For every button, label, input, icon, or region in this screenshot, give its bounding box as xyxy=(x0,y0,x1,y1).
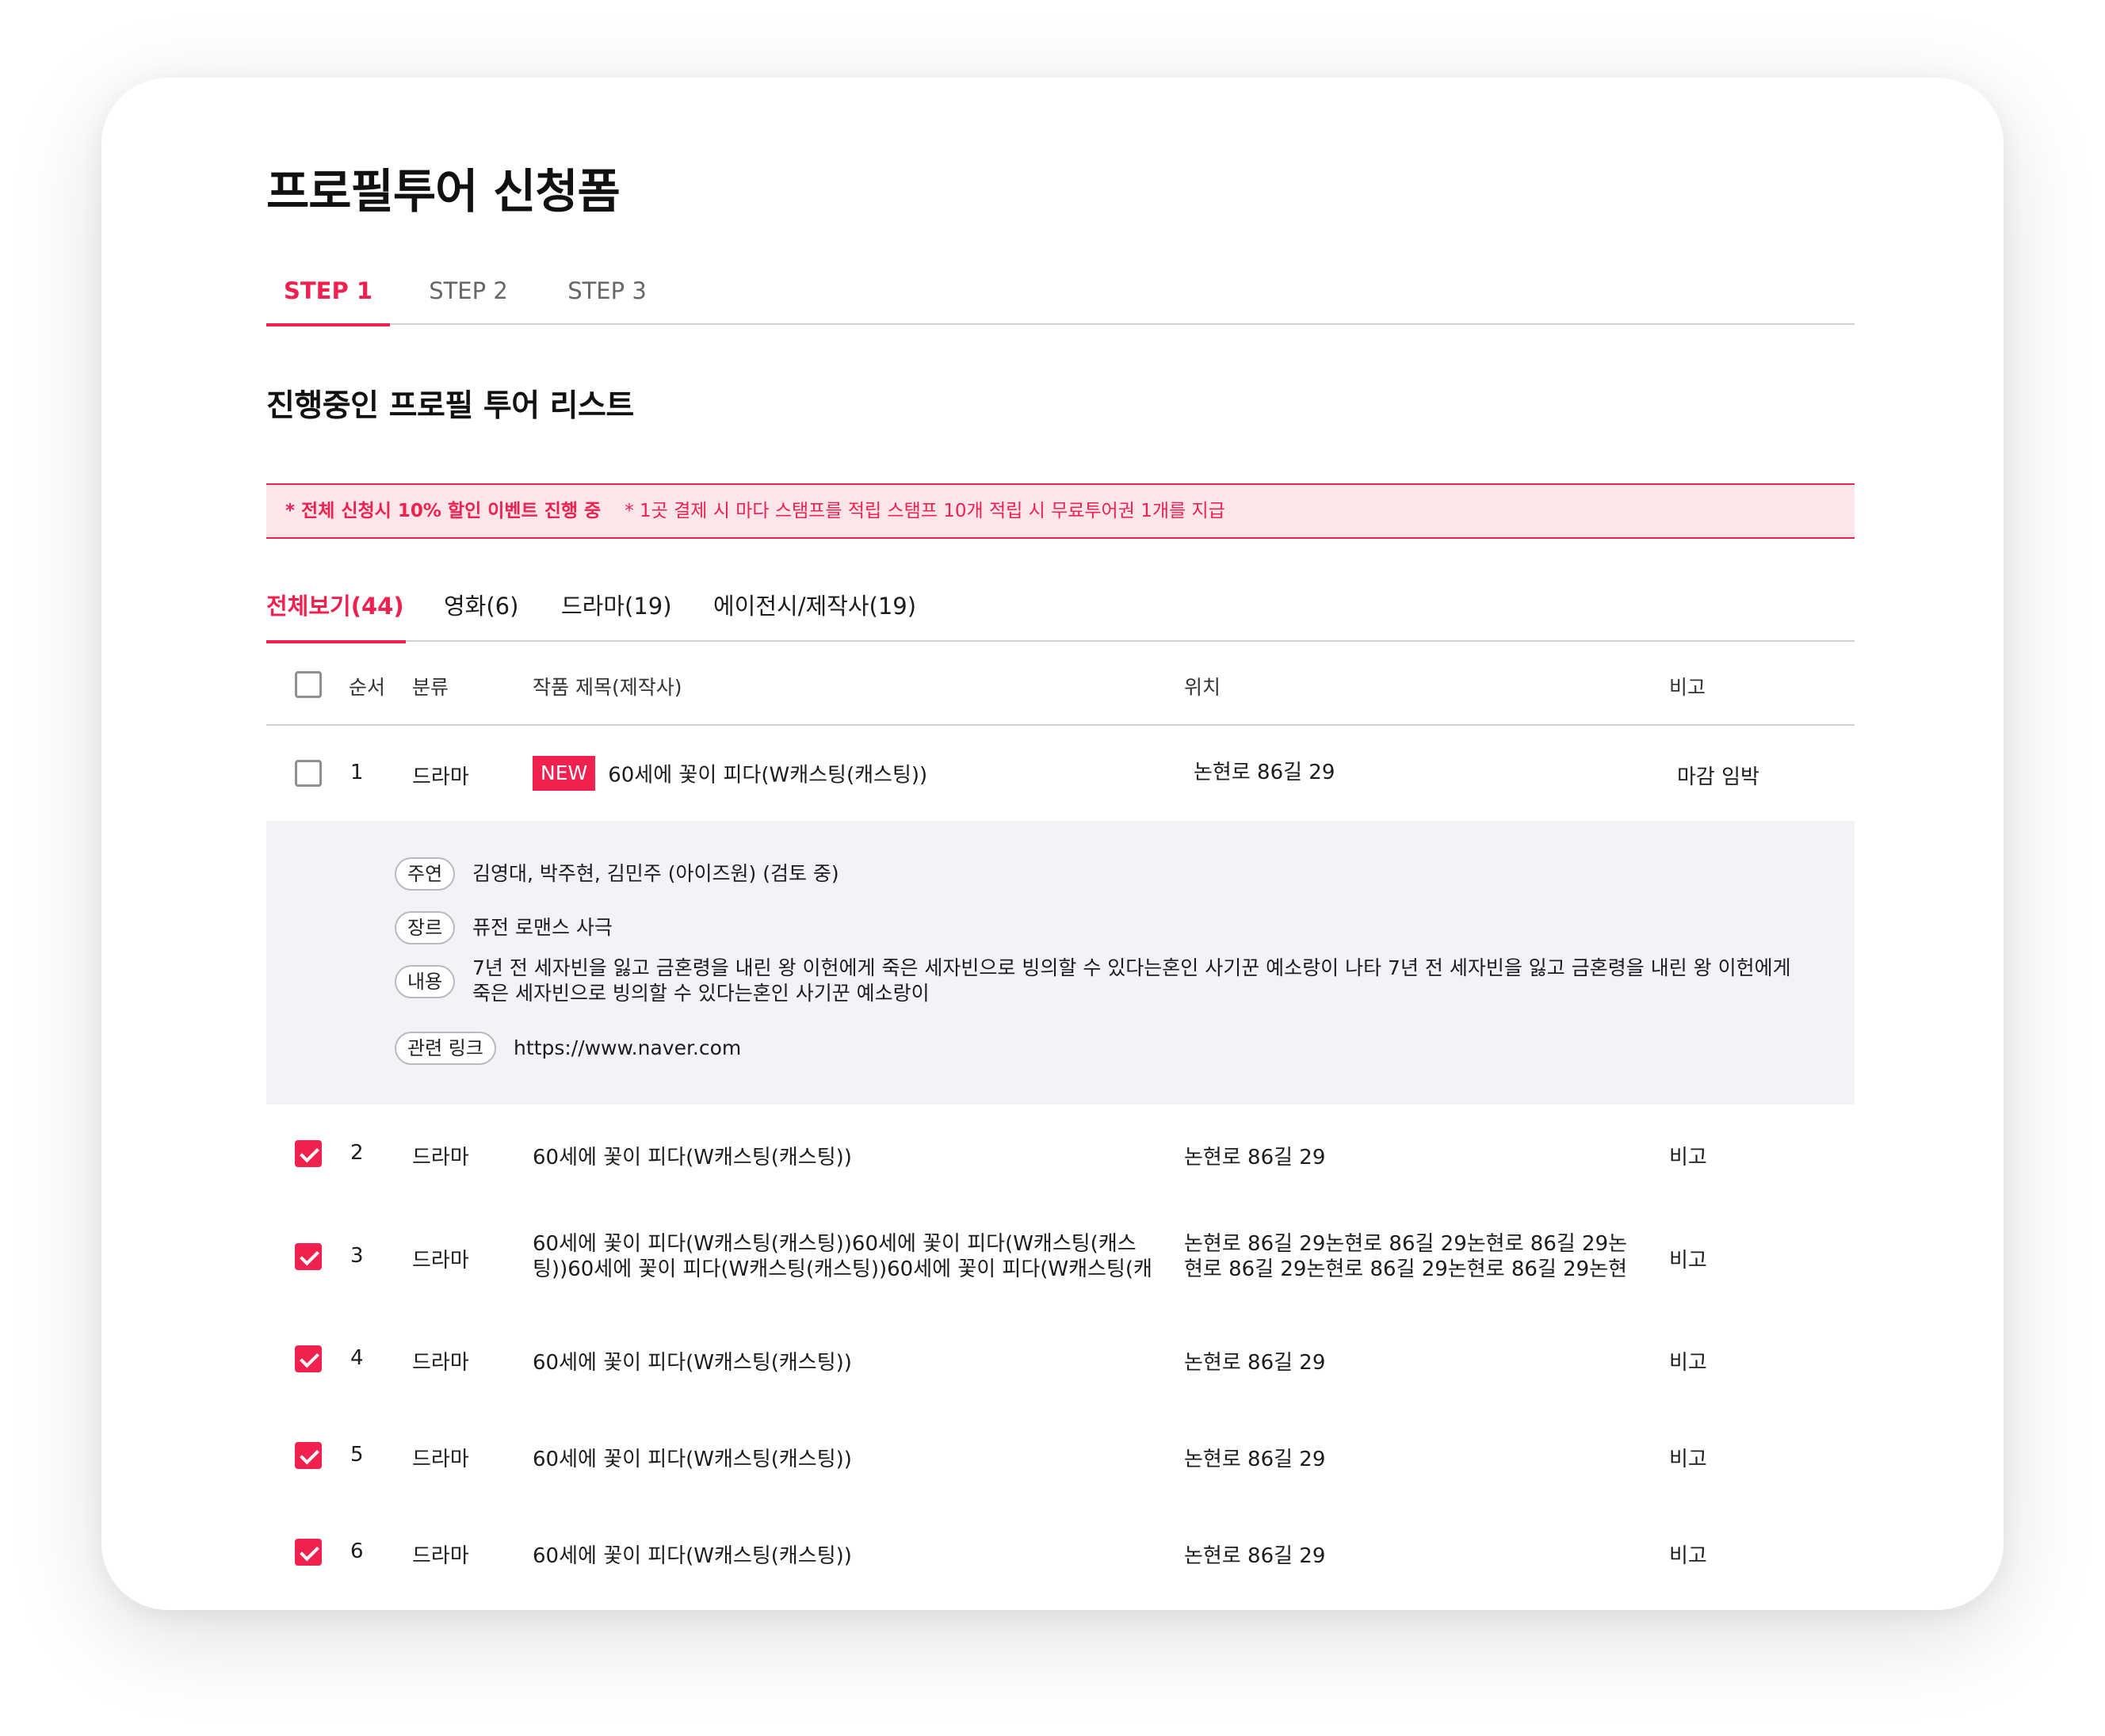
row-title[interactable]: 60세에 꽃이 피다(W캐스팅(캐스팅))60세에 꽃이 피다(W캐스팅(캐스팅… xyxy=(533,1231,1159,1282)
table-row[interactable]: 5 드라마 60세에 꽃이 피다(W캐스팅(캐스팅)) 논현로 86길 29 비… xyxy=(266,1407,1855,1504)
row-title[interactable]: 60세에 꽃이 피다(W캐스팅(캐스팅)) xyxy=(533,1346,852,1375)
row-category: 드라마 xyxy=(412,1448,469,1471)
filter-agency[interactable]: 에이전시/제작사(19) xyxy=(713,586,916,642)
cast-value: 김영대, 박주현, 김민주 (아이즈원) (검토 중) xyxy=(472,862,839,885)
header-location: 위치 xyxy=(1184,676,1221,699)
row-location: 논현로 86길 29 xyxy=(1184,1146,1326,1169)
row-category: 드라마 xyxy=(412,1146,469,1169)
filter-all[interactable]: 전체보기(44) xyxy=(266,586,406,643)
row-title[interactable]: 60세에 꽃이 피다(W캐스팅(캐스팅)) xyxy=(608,764,927,788)
header-category: 분류 xyxy=(412,676,449,699)
row-title[interactable]: 60세에 꽃이 피다(W캐스팅(캐스팅)) xyxy=(533,1443,852,1472)
row-note: 비고 xyxy=(1669,1351,1707,1375)
filter-movie[interactable]: 영화(6) xyxy=(444,586,518,642)
table-row[interactable]: 6 드라마 60세에 꽃이 피다(W캐스팅(캐스팅)) 논현로 86길 29 비… xyxy=(266,1504,1855,1601)
tab-step-2[interactable]: STEP 2 xyxy=(417,268,520,325)
row-note: 비고 xyxy=(1669,1448,1707,1471)
new-badge: NEW xyxy=(533,756,596,791)
table-row[interactable]: 4 드라마 60세에 꽃이 피다(W캐스팅(캐스팅)) 논현로 86길 29 비… xyxy=(266,1311,1855,1407)
notice-primary: * 전체 신청시 10% 할인 이벤트 진행 중 xyxy=(285,501,602,521)
page-title: 프로필투어 신청폼 xyxy=(266,164,621,219)
row-note: 비고 xyxy=(1669,1249,1707,1272)
row-location: 논현로 86길 29 xyxy=(1194,761,1335,784)
select-all-checkbox[interactable] xyxy=(295,671,322,698)
table-row[interactable]: 1 드라마 NEW 60세에 꽃이 피다(W캐스팅(캐스팅)) 논현로 86길 2… xyxy=(266,726,1855,821)
tab-step-3[interactable]: STEP 3 xyxy=(556,268,659,325)
row-order: 4 xyxy=(350,1346,364,1370)
row-title[interactable]: 60세에 꽃이 피다(W캐스팅(캐스팅)) xyxy=(533,1141,852,1170)
row-title[interactable]: 60세에 꽃이 피다(W캐스팅(캐스팅)) xyxy=(533,1540,852,1569)
row-title-cell: NEW 60세에 꽃이 피다(W캐스팅(캐스팅)) xyxy=(533,756,927,791)
notice-secondary: * 1곳 결제 시 마다 스탬프를 적립 스탬프 10개 적립 시 무료투어권 … xyxy=(625,501,1225,521)
table-header: 순서 분류 작품 제목(제작사) 위치 비고 xyxy=(266,643,1855,726)
row-checkbox[interactable] xyxy=(295,1243,322,1270)
row-checkbox[interactable] xyxy=(295,1539,322,1566)
link-label: 관련 링크 xyxy=(395,1032,496,1065)
header-note: 비고 xyxy=(1669,676,1706,699)
row-category: 드라마 xyxy=(412,1249,469,1272)
row-category: 드라마 xyxy=(412,765,469,789)
row-checkbox[interactable] xyxy=(295,1442,322,1469)
row-detail-panel: 주연 김영대, 박주현, 김민주 (아이즈원) (검토 중) 장르 퓨전 로맨스… xyxy=(266,821,1855,1105)
row-checkbox[interactable] xyxy=(295,1140,322,1167)
content-value: 7년 전 세자빈을 잃고 금혼령을 내린 왕 이헌에게 죽은 세자빈으로 빙의할… xyxy=(472,956,1791,1005)
row-order: 3 xyxy=(350,1244,364,1268)
genre-label: 장르 xyxy=(395,911,456,944)
cast-label: 주연 xyxy=(395,857,456,891)
header-title: 작품 제목(제작사) xyxy=(533,676,682,699)
row-note: 마감 임박 xyxy=(1677,765,1759,789)
content-label: 내용 xyxy=(395,965,456,998)
row-category: 드라마 xyxy=(412,1544,469,1568)
row-note: 비고 xyxy=(1669,1544,1707,1568)
filter-drama[interactable]: 드라마(19) xyxy=(561,586,672,642)
table-row[interactable]: 3 드라마 60세에 꽃이 피다(W캐스팅(캐스팅))60세에 꽃이 피다(W캐… xyxy=(266,1203,1855,1311)
section-title: 진행중인 프로필 투어 리스트 xyxy=(266,388,634,424)
row-note: 비고 xyxy=(1669,1146,1707,1169)
step-tabs: STEP 1 STEP 2 STEP 3 xyxy=(266,268,1855,326)
row-order: 6 xyxy=(350,1540,364,1563)
row-checkbox[interactable] xyxy=(295,1345,322,1372)
row-checkbox[interactable] xyxy=(295,760,322,787)
form-card: 프로필투어 신청폼 STEP 1 STEP 2 STEP 3 진행중인 프로필 … xyxy=(101,78,2004,1610)
table-row[interactable]: 2 드라마 60세에 꽃이 피다(W캐스팅(캐스팅)) 논현로 86길 29 비… xyxy=(266,1105,1855,1203)
row-order: 2 xyxy=(350,1141,364,1165)
related-link[interactable]: https://www.naver.com xyxy=(514,1036,741,1061)
row-order: 5 xyxy=(350,1443,364,1467)
row-location: 논현로 86길 29논현로 86길 29논현로 86길 29논현로 86길 29… xyxy=(1184,1232,1628,1281)
category-filter-tabs: 전체보기(44) 영화(6) 드라마(19) 에이전시/제작사(19) xyxy=(266,586,1855,643)
row-order: 1 xyxy=(350,761,364,784)
header-order: 순서 xyxy=(349,676,386,699)
notice-banner: * 전체 신청시 10% 할인 이벤트 진행 중 * 1곳 결제 시 마다 스탬프… xyxy=(266,483,1855,539)
genre-value: 퓨전 로맨스 사극 xyxy=(472,916,613,939)
row-location: 논현로 86길 29 xyxy=(1184,1351,1326,1375)
row-location: 논현로 86길 29 xyxy=(1184,1448,1326,1471)
row-location: 논현로 86길 29 xyxy=(1184,1544,1326,1568)
tab-step-1[interactable]: STEP 1 xyxy=(266,268,390,326)
row-category: 드라마 xyxy=(412,1351,469,1375)
